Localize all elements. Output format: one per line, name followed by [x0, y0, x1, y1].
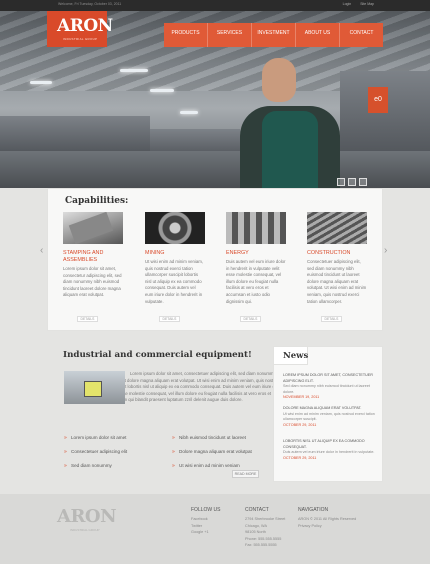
privacy-policy-link[interactable]: Privacy Policy	[298, 523, 356, 529]
sitemap-link[interactable]: Site Map	[360, 2, 374, 6]
list-item[interactable]: Dolore magna aliquam erat volutpat	[172, 445, 252, 459]
carousel-next-icon[interactable]: ›	[384, 245, 387, 256]
capability-card: ENERGY Duis autem vel eum iriure dolor i…	[226, 212, 286, 322]
contact-line: Fax: 555.555.5555	[245, 543, 277, 548]
list-item[interactable]: Consectetuer adipiscing elit	[64, 445, 127, 459]
list-item[interactable]: Sed diam nonummy	[64, 459, 127, 473]
details-button[interactable]: DETAILS	[77, 316, 98, 322]
carousel-prev-icon[interactable]: ‹	[40, 245, 43, 256]
footer-follow-title: FOLLOW US	[191, 507, 221, 513]
logo-tagline: INDUSTRIAL GROUP	[63, 37, 98, 41]
capability-title: MINING	[145, 250, 165, 256]
news-panel: News Lorem ipsum dolor sit amet, consect…	[273, 346, 383, 482]
nav-about-us[interactable]: ABOUT US	[296, 23, 340, 47]
industrial-list-left: Lorem ipsum dolor sit amet Consectetuer …	[64, 431, 127, 473]
news-entry[interactable]: Dolore magna aliquam erat volutpat. Ut w…	[283, 406, 377, 428]
machinery	[340, 71, 430, 161]
ceiling-light	[180, 111, 198, 114]
forklift-image	[84, 381, 102, 397]
slider-dot[interactable]	[359, 178, 367, 186]
footer-contact-title: CONTACT	[245, 507, 269, 513]
ceiling-light	[150, 89, 174, 92]
news-date: OCTOBER 29, 2011	[283, 422, 317, 427]
capability-card: CONSTRUCTION Consectetuer adipiscing eli…	[307, 212, 367, 322]
capability-desc: Lorem ipsum dolor sit amet, consectetur …	[63, 266, 122, 298]
capability-image	[226, 212, 286, 244]
capability-image	[307, 212, 367, 244]
main-nav: PRODUCTS SERVICES INVESTMENT ABOUT US CO…	[164, 23, 383, 47]
slider-dot[interactable]	[337, 178, 345, 186]
footer-tagline: INDUSTRIAL GROUP	[70, 528, 100, 532]
news-headline[interactable]: Lobortis nisl ut aliquip ex ea commodo c…	[283, 439, 377, 450]
nav-contact[interactable]: CONTACT	[340, 23, 383, 47]
contact-line: 2794 Sherbrooke Street	[245, 517, 286, 522]
capability-desc: Ut wisi enim ad minim veniam, quis nostr…	[145, 259, 204, 304]
footer: ARON INDUSTRIAL GROUP FOLLOW US Facebook…	[0, 494, 430, 564]
date-text: Welcome, Fri Tuesday, October 03, 2011	[58, 2, 122, 6]
top-links: Login Site Map	[335, 2, 374, 6]
logo-name: ARON	[57, 16, 113, 36]
footer-follow: FOLLOW US Facebook Twitter Google +1	[191, 507, 220, 536]
capability-card: MINING Ut wisi enim ad minim veniam, qui…	[145, 212, 205, 322]
capability-title: ENERGY	[226, 250, 249, 256]
logo[interactable]: ARON INDUSTRIAL GROUP	[47, 11, 113, 47]
footer-navigation: NAVIGATION ARON © 2011 All Rights Reserv…	[298, 507, 356, 529]
news-date: NOVEMBER 19, 2011	[283, 395, 320, 400]
capability-title: CONSTRUCTION	[307, 250, 351, 256]
read-more-button[interactable]: READ MORE	[232, 470, 259, 478]
news-headline[interactable]: Lorem ipsum dolor sit amet, consectetuer…	[283, 373, 377, 384]
list-item[interactable]: Lorem ipsum dolor sit amet	[64, 431, 127, 445]
details-button[interactable]: DETAILS	[159, 316, 180, 322]
nav-products[interactable]: PRODUCTS	[164, 23, 208, 47]
capability-desc: Duis autem vel eum iriure dolor in hendr…	[226, 259, 286, 304]
footer-navigation-title: NAVIGATION	[298, 507, 329, 513]
news-body: Duis autem vel eum iriure dolor in hendr…	[283, 450, 375, 455]
capability-title: STAMPING AND ASSEMBLIES	[63, 250, 104, 263]
industrial-list-right: Nibh euismod tincidunt ut laoreet Dolore…	[172, 431, 252, 473]
capability-desc: Consectetuer adipiscing elit, sed diam n…	[307, 259, 367, 304]
capability-card: STAMPING AND ASSEMBLIES Lorem ipsum dolo…	[63, 212, 123, 322]
news-entry[interactable]: Lorem ipsum dolor sit amet, consectetuer…	[283, 373, 377, 401]
ceiling-light	[30, 81, 52, 84]
google-link[interactable]: Google +1	[191, 529, 220, 535]
news-entry[interactable]: Lobortis nisl ut aliquip ex ea commodo c…	[283, 439, 377, 461]
copyright-text: ARON © 2011 All Rights Reserved	[298, 517, 357, 522]
slider-pager	[337, 178, 367, 186]
industrial-title: Industrial and commercial equipment!	[63, 350, 252, 360]
capabilities-panel: Capabilities: STAMPING AND ASSEMBLIES Lo…	[47, 188, 383, 331]
footer-logo[interactable]: ARON	[57, 506, 117, 527]
top-bar: Welcome, Fri Tuesday, October 03, 2011 L…	[0, 0, 430, 11]
capability-image	[63, 212, 123, 244]
news-body: Ut wisi enim ad minim veniam, quis nostr…	[283, 411, 375, 422]
worker-vest	[262, 111, 318, 188]
machinery	[0, 116, 150, 156]
details-button[interactable]: DETAILS	[321, 316, 342, 322]
capabilities-title: Capabilities:	[65, 196, 129, 206]
industrial-image	[64, 371, 125, 404]
footer-contact: CONTACT 2794 Sherbrooke Street Chicago, …	[245, 507, 285, 548]
worker-head	[262, 58, 296, 102]
ceiling-light	[120, 69, 148, 72]
news-date: OCTOBER 29, 2011	[283, 455, 317, 460]
orange-sign: e0	[368, 87, 388, 113]
news-body: Sed diam nonummy nibh euismod tincidunt …	[283, 384, 370, 394]
nav-services[interactable]: SERVICES	[208, 23, 252, 47]
nav-investment[interactable]: INVESTMENT	[252, 23, 296, 47]
login-link[interactable]: Login	[343, 2, 352, 6]
slider-dot[interactable]	[348, 178, 356, 186]
list-item[interactable]: Nibh euismod tincidunt ut laoreet	[172, 431, 252, 445]
capability-image	[145, 212, 205, 244]
details-button[interactable]: DETAILS	[240, 316, 261, 322]
news-title: News	[274, 347, 308, 365]
